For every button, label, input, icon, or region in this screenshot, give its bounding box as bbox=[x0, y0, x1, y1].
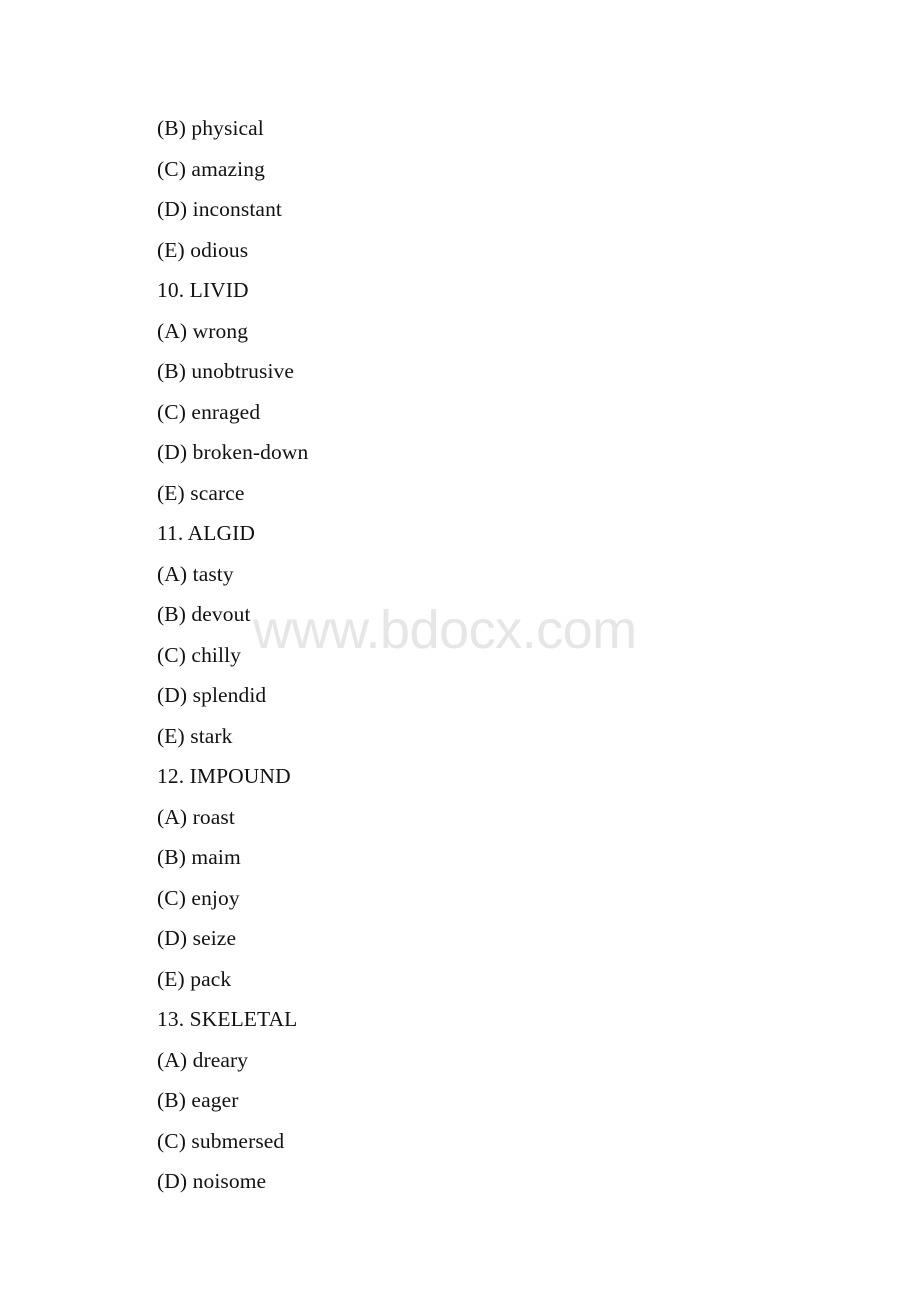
answer-option: (A) roast bbox=[157, 804, 235, 829]
answer-option: (A) wrong bbox=[157, 318, 249, 343]
answer-option: (E) scarce bbox=[157, 480, 245, 505]
document-page: www.bdocx.com (B) physical (C) amazing (… bbox=[0, 0, 920, 1302]
answer-option: (B) maim bbox=[157, 845, 241, 869]
answer-option: (D) noisome bbox=[157, 1169, 267, 1193]
answer-option: (C) enraged bbox=[157, 399, 261, 424]
question-heading: 11. ALGID bbox=[157, 521, 256, 545]
question-heading: 12. IMPOUND bbox=[157, 764, 291, 788]
question-heading: (B) physical bbox=[157, 116, 264, 140]
answer-option: (E) stark bbox=[157, 723, 233, 748]
answer-option: (E) pack bbox=[157, 966, 232, 991]
question-heading: 13. SKELETAL bbox=[157, 1007, 298, 1031]
answer-option: (B) unobtrusive bbox=[157, 359, 295, 383]
answer-option: (D) inconstant bbox=[157, 197, 282, 221]
answer-option: (C) amazing bbox=[157, 156, 265, 181]
answer-option: (A) dreary bbox=[157, 1047, 249, 1072]
answer-option: (D) broken-down bbox=[157, 440, 309, 464]
answer-option: (E) odious bbox=[157, 237, 249, 262]
answer-option: (C) enjoy bbox=[157, 885, 240, 910]
answer-option: (B) devout bbox=[157, 602, 251, 626]
answer-option: (C) submersed bbox=[157, 1128, 285, 1153]
document-text-body: (B) physical (C) amazing (D) inconstant … bbox=[157, 108, 857, 1202]
answer-option: (D) splendid bbox=[157, 683, 267, 707]
answer-option: (B) eager bbox=[157, 1088, 239, 1112]
question-heading: 10. LIVID bbox=[157, 278, 249, 302]
answer-option: (C) chilly bbox=[157, 642, 241, 667]
answer-option: (D) seize bbox=[157, 926, 237, 950]
answer-option: (A) tasty bbox=[157, 561, 234, 586]
